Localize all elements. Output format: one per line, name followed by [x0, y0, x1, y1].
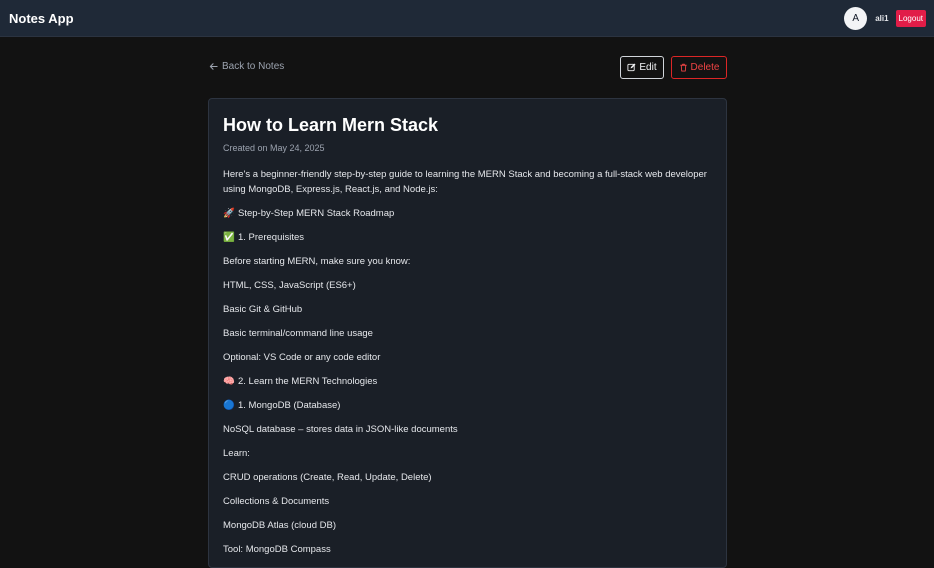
note-line-text: Basic Git & GitHub: [223, 304, 303, 315]
note-line-text: MongoDB Atlas (cloud DB): [223, 520, 336, 531]
note-card: How to Learn Mern Stack Created on May 2…: [208, 98, 727, 568]
note-line: 🧠 2. Learn the MERN Technologies: [223, 374, 712, 389]
note-line: Learn:: [223, 446, 712, 461]
note-line-text: HTML, CSS, JavaScript (ES6+): [223, 280, 356, 291]
note-line-text: CRUD operations (Create, Read, Update, D…: [223, 472, 432, 483]
edit-button[interactable]: Edit: [620, 56, 664, 79]
note-line: Basic terminal/command line usage: [223, 326, 712, 341]
emoji-icon: 🧠: [223, 376, 235, 387]
note-line: ✅ 1. Prerequisites: [223, 230, 712, 245]
note-line: MongoDB Atlas (cloud DB): [223, 518, 712, 533]
delete-button[interactable]: Delete: [671, 56, 727, 79]
note-line-text: 1. MongoDB (Database): [238, 400, 341, 411]
user-menu: A ali1 Logout: [844, 6, 926, 30]
delete-label: Delete: [690, 62, 720, 73]
note-line: Before starting MERN, make sure you know…: [223, 254, 712, 269]
navbar: Notes App A ali1 Logout: [0, 0, 934, 37]
note-line-text: Basic terminal/command line usage: [223, 328, 373, 339]
note-line-text: Learn:: [223, 448, 250, 459]
note-line: Basic Git & GitHub: [223, 302, 712, 317]
emoji-icon: ✅: [223, 232, 235, 243]
note-line-text: Before starting MERN, make sure you know…: [223, 256, 411, 267]
note-line-text: Collections & Documents: [223, 496, 330, 507]
note-line-text: NoSQL database – stores data in JSON-lik…: [223, 424, 458, 435]
note-line-text: 2. Learn the MERN Technologies: [238, 376, 378, 387]
app-brand[interactable]: Notes App: [9, 11, 74, 26]
note-line: Tool: MongoDB Compass: [223, 542, 712, 557]
emoji-icon: 🚀: [223, 208, 235, 219]
note-created-date: Created on May 24, 2025: [223, 143, 325, 153]
note-line: HTML, CSS, JavaScript (ES6+): [223, 278, 712, 293]
trash-icon: [679, 63, 688, 72]
note-line-text: Tool: MongoDB Compass: [223, 544, 331, 555]
logout-button[interactable]: Logout: [895, 9, 926, 27]
note-line: CRUD operations (Create, Read, Update, D…: [223, 470, 712, 485]
note-line: Collections & Documents: [223, 494, 712, 509]
note-line: Here's a beginner-friendly step-by-step …: [223, 167, 712, 197]
note-line: 🔵 1. MongoDB (Database): [223, 398, 712, 413]
back-to-notes-label: Back to Notes: [222, 61, 285, 72]
username: ali1: [875, 13, 889, 23]
avatar[interactable]: A: [844, 6, 868, 30]
arrow-left-icon: [209, 62, 218, 71]
emoji-icon: 🔵: [223, 400, 235, 411]
note-content: Here's a beginner-friendly step-by-step …: [223, 167, 712, 557]
note-line: NoSQL database – stores data in JSON-lik…: [223, 422, 712, 437]
note-line: 🚀 Step-by-Step MERN Stack Roadmap: [223, 206, 712, 221]
note-title: How to Learn Mern Stack: [223, 115, 439, 135]
note-line-text: Step-by-Step MERN Stack Roadmap: [238, 208, 395, 219]
note-line-text: 1. Prerequisites: [238, 232, 305, 243]
note-line: Optional: VS Code or any code editor: [223, 350, 712, 365]
note-line-text: Optional: VS Code or any code editor: [223, 352, 381, 363]
edit-icon: [627, 63, 636, 72]
edit-label: Edit: [639, 62, 657, 73]
back-to-notes-link[interactable]: Back to Notes: [209, 61, 284, 72]
note-line-text: Here's a beginner-friendly step-by-step …: [223, 169, 707, 195]
